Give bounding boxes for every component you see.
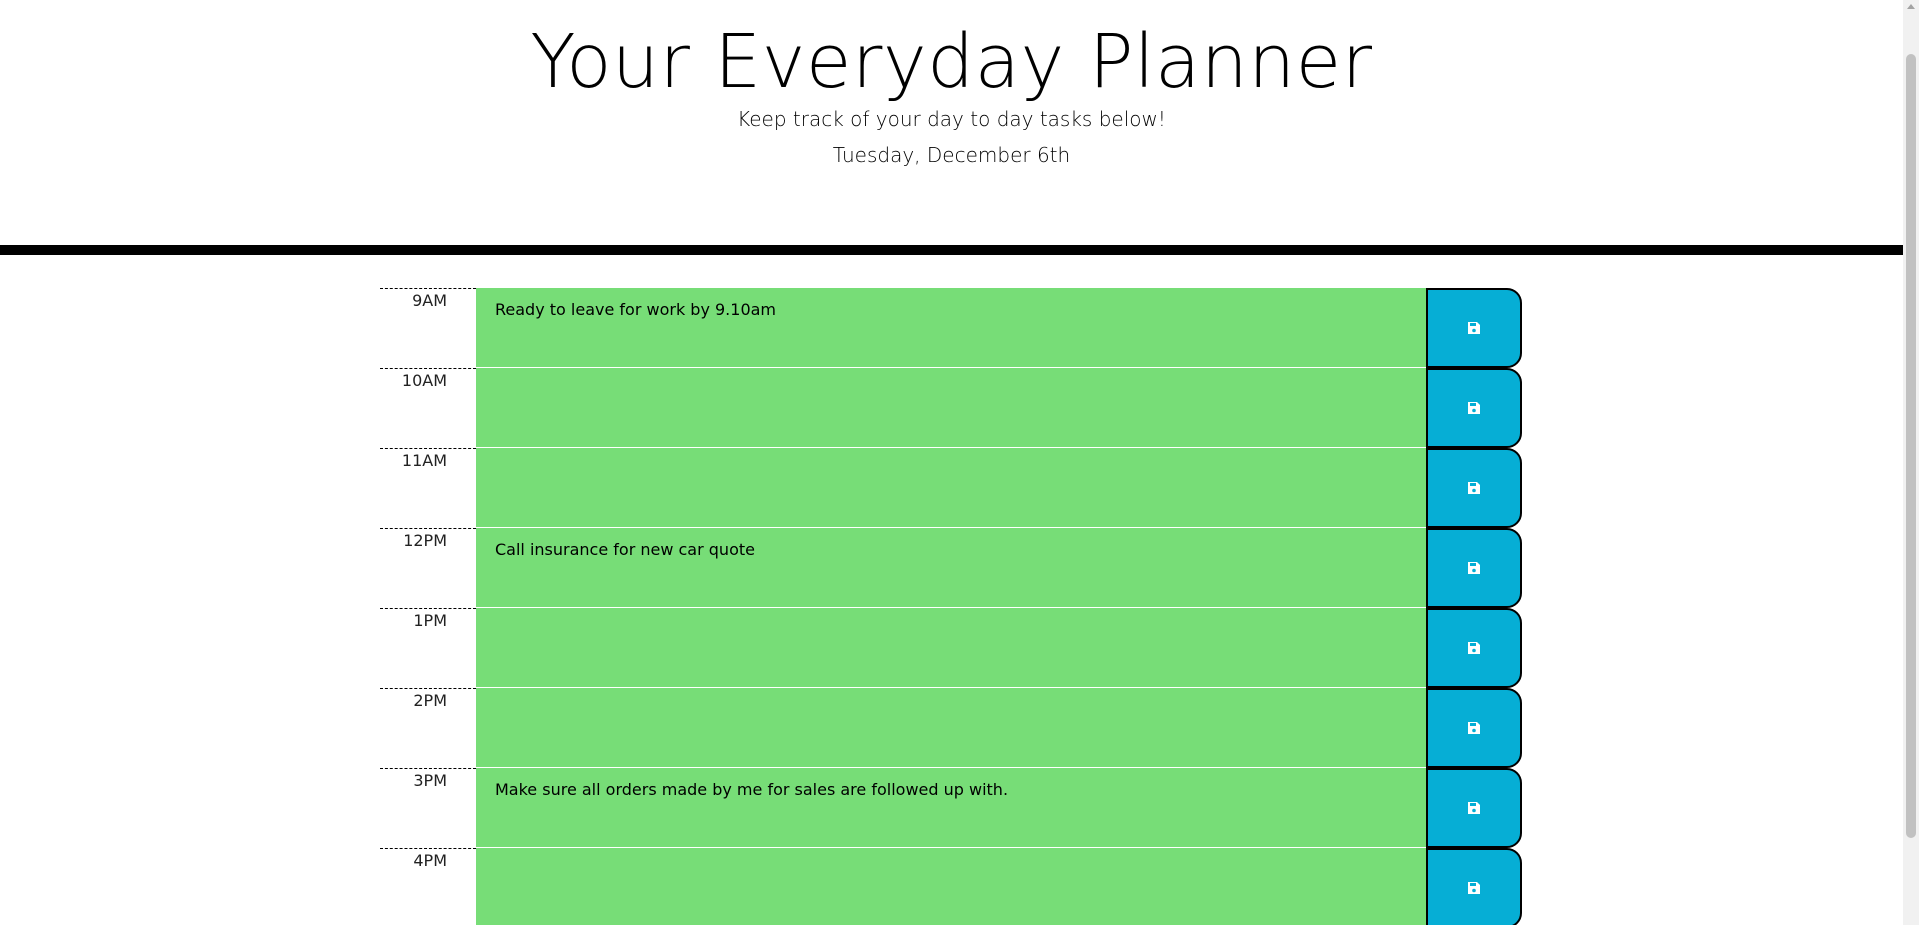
timeblock-10am: 10AM <box>380 368 1522 448</box>
task-input-12pm[interactable]: Call insurance for new car quote <box>476 528 1426 608</box>
save-button-3pm[interactable] <box>1426 768 1522 848</box>
page-title: Your Everyday Planner <box>530 19 1373 105</box>
save-icon <box>1468 802 1480 814</box>
save-icon <box>1468 482 1480 494</box>
task-input-1pm[interactable] <box>476 608 1426 688</box>
task-input-10am[interactable] <box>476 368 1426 448</box>
timeblock-9am: 9AM Ready to leave for work by 9.10am <box>380 288 1522 368</box>
hour-label: 3PM <box>380 768 476 848</box>
save-button-11am[interactable] <box>1426 448 1522 528</box>
save-icon <box>1468 402 1480 414</box>
save-button-10am[interactable] <box>1426 368 1522 448</box>
save-button-12pm[interactable] <box>1426 528 1522 608</box>
hour-label: 2PM <box>380 688 476 768</box>
hour-label: 1PM <box>380 608 476 688</box>
save-icon <box>1468 322 1480 334</box>
save-button-4pm[interactable] <box>1426 848 1522 925</box>
hour-label: 9AM <box>380 288 476 368</box>
current-day: Tuesday, December 6th <box>832 143 1071 167</box>
scrollbar-thumb[interactable] <box>1906 54 1916 838</box>
planner-page: Your Everyday Planner Keep track of your… <box>0 0 1903 925</box>
timeblock-2pm: 2PM <box>380 688 1522 768</box>
timeblock-4pm: 4PM <box>380 848 1522 925</box>
save-button-2pm[interactable] <box>1426 688 1522 768</box>
hour-label: 10AM <box>380 368 476 448</box>
task-input-11am[interactable] <box>476 448 1426 528</box>
page-scrollbar[interactable] <box>1903 0 1919 925</box>
save-button-9am[interactable] <box>1426 288 1522 368</box>
save-icon <box>1468 722 1480 734</box>
timeblock-12pm: 12PM Call insurance for new car quote <box>380 528 1522 608</box>
save-button-1pm[interactable] <box>1426 608 1522 688</box>
hour-label: 4PM <box>380 848 476 925</box>
page-subtitle: Keep track of your day to day tasks belo… <box>737 107 1166 131</box>
scroll-up-arrow-icon[interactable] <box>1907 4 1915 9</box>
task-input-4pm[interactable] <box>476 848 1426 925</box>
timeblock-11am: 11AM <box>380 448 1522 528</box>
hour-label: 11AM <box>380 448 476 528</box>
task-input-2pm[interactable] <box>476 688 1426 768</box>
save-icon <box>1468 562 1480 574</box>
header: Your Everyday Planner Keep track of your… <box>0 0 1903 255</box>
task-input-3pm[interactable]: Make sure all orders made by me for sale… <box>476 768 1426 848</box>
save-icon <box>1468 882 1480 894</box>
timeblocks-container: 9AM Ready to leave for work by 9.10am 10… <box>380 288 1522 925</box>
timeblock-3pm: 3PM Make sure all orders made by me for … <box>380 768 1522 848</box>
timeblock-1pm: 1PM <box>380 608 1522 688</box>
task-input-9am[interactable]: Ready to leave for work by 9.10am <box>476 288 1426 368</box>
save-icon <box>1468 642 1480 654</box>
hour-label: 12PM <box>380 528 476 608</box>
